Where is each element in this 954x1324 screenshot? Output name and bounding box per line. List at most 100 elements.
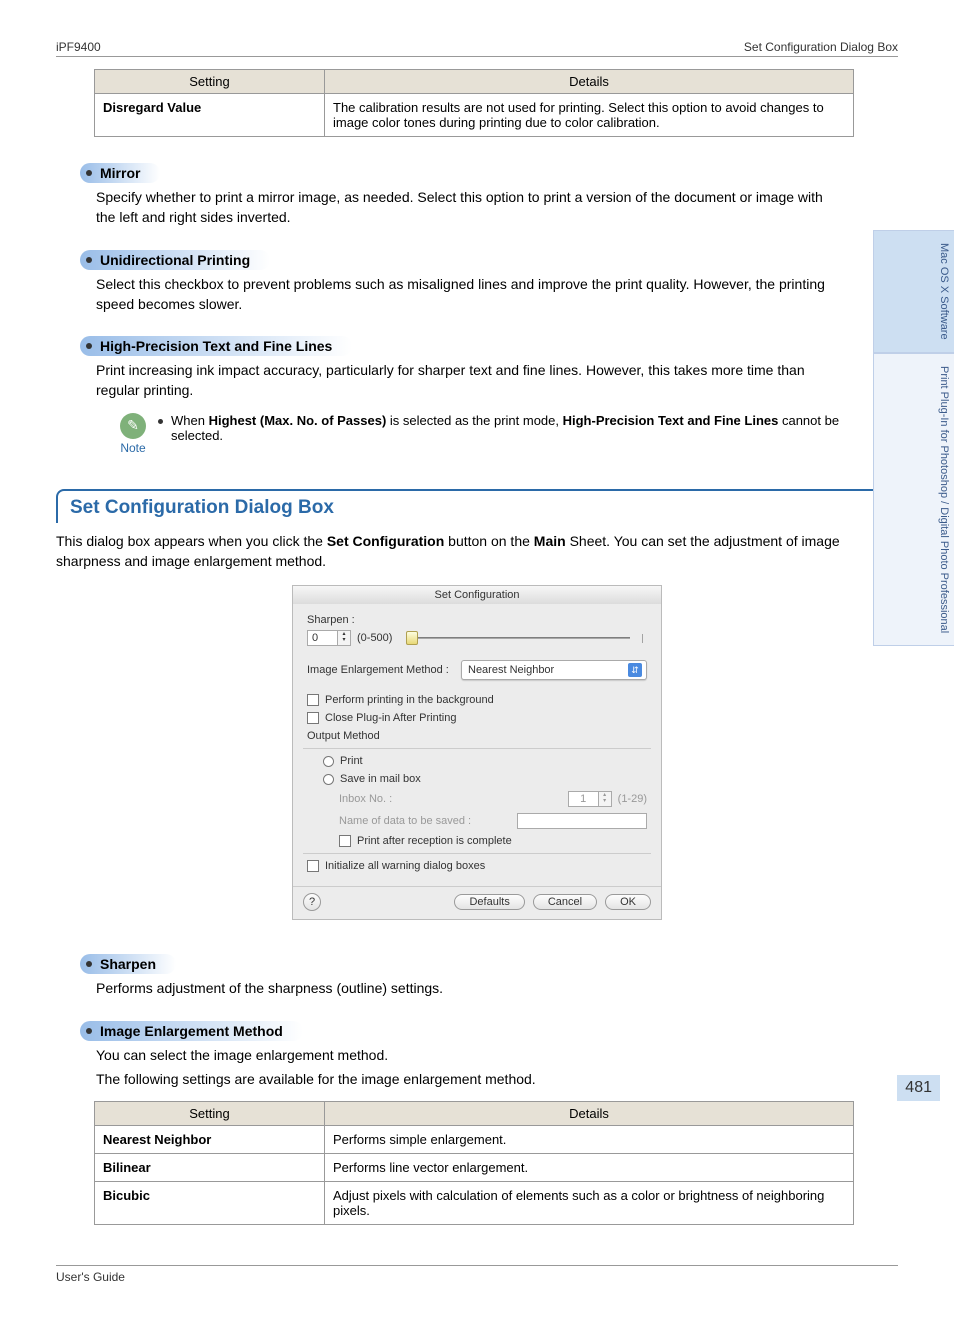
- pencil-icon: ✎: [120, 413, 146, 439]
- th-details: Details: [325, 70, 854, 94]
- cell-details: Performs simple enlargement.: [325, 1126, 854, 1154]
- bullet-title: Image Enlargement Method: [100, 1023, 283, 1039]
- bullet-image-enlargement: Image Enlargement Method: [80, 1021, 303, 1041]
- cell-setting: Disregard Value: [95, 94, 325, 137]
- sharpen-range: (0-500): [357, 632, 392, 644]
- bullet-dot-icon: [86, 343, 92, 349]
- note-text-part: is selected as the print mode,: [386, 413, 562, 428]
- side-tab-software[interactable]: Mac OS X Software: [873, 230, 954, 353]
- help-button[interactable]: ?: [303, 893, 321, 911]
- defaults-button[interactable]: Defaults: [454, 894, 524, 910]
- note-label: Note: [120, 441, 145, 455]
- note-text-bold: Highest (Max. No. of Passes): [209, 413, 387, 428]
- cell-setting: Bicubic: [95, 1182, 325, 1225]
- close-plugin-checkbox[interactable]: [307, 712, 319, 724]
- iem-popup[interactable]: Nearest Neighbor ⇵: [461, 660, 647, 680]
- sharpen-stepper[interactable]: 0 ▴▾: [307, 630, 351, 646]
- iem-label: Image Enlargement Method :: [307, 664, 449, 676]
- header-left: iPF9400: [56, 40, 101, 54]
- footer: User's Guide: [56, 1265, 898, 1284]
- bullet-dot-icon: [86, 1028, 92, 1034]
- close-plugin-label: Close Plug-in After Printing: [325, 712, 456, 724]
- inbox-label: Inbox No. :: [339, 793, 392, 805]
- bullet-dot-icon: [158, 419, 163, 424]
- th-setting: Setting: [95, 70, 325, 94]
- note-block: ✎ Note When Highest (Max. No. of Passes)…: [120, 413, 842, 455]
- bullet-title: High-Precision Text and Fine Lines: [100, 338, 332, 354]
- mirror-desc: Specify whether to print a mirror image,…: [96, 187, 842, 228]
- cancel-button[interactable]: Cancel: [533, 894, 597, 910]
- inbox-range: (1-29): [618, 793, 647, 805]
- section-title-text: Set Configuration Dialog Box: [70, 497, 898, 519]
- table-row: Bilinear Performs line vector enlargemen…: [95, 1154, 854, 1182]
- cell-details: Adjust pixels with calculation of elemen…: [325, 1182, 854, 1225]
- print-radio[interactable]: [323, 756, 334, 767]
- bg-checkbox[interactable]: [307, 694, 319, 706]
- bullet-high-precision: High-Precision Text and Fine Lines: [80, 336, 352, 356]
- inbox-value[interactable]: 1: [568, 791, 599, 807]
- table-row: Nearest Neighbor Performs simple enlarge…: [95, 1126, 854, 1154]
- set-configuration-dialog: Set Configuration Sharpen : 0 ▴▾ (0-500)…: [292, 585, 662, 920]
- save-mailbox-radio[interactable]: [323, 774, 334, 785]
- enlargement-table: Setting Details Nearest Neighbor Perform…: [94, 1101, 854, 1225]
- save-name-input[interactable]: [517, 813, 647, 829]
- sharpen-label: Sharpen :: [307, 614, 647, 626]
- section-heading: Set Configuration Dialog Box: [56, 489, 898, 523]
- cell-setting: Bilinear: [95, 1154, 325, 1182]
- init-warnings-checkbox[interactable]: [307, 860, 319, 872]
- section-intro: This dialog box appears when you click t…: [56, 531, 898, 572]
- page-number: 481: [897, 1075, 940, 1101]
- high-precision-desc: Print increasing ink impact accuracy, pa…: [96, 360, 842, 401]
- bullet-title: Mirror: [100, 165, 140, 181]
- output-method-label: Output Method: [307, 730, 647, 742]
- stepper-arrows-icon[interactable]: ▴▾: [599, 791, 612, 807]
- sharpen-value[interactable]: 0: [307, 630, 338, 646]
- save-mailbox-label: Save in mail box: [340, 773, 421, 785]
- ok-button[interactable]: OK: [605, 894, 651, 910]
- th-setting: Setting: [95, 1102, 325, 1126]
- cell-details: The calibration results are not used for…: [325, 94, 854, 137]
- note-text-bold: High-Precision Text and Fine Lines: [563, 413, 779, 428]
- slider-tick-icon: ｜: [638, 632, 647, 645]
- table-row: Bicubic Adjust pixels with calculation o…: [95, 1182, 854, 1225]
- bullet-unidirectional: Unidirectional Printing: [80, 250, 270, 270]
- unidirectional-desc: Select this checkbox to prevent problems…: [96, 274, 842, 315]
- cell-setting: Nearest Neighbor: [95, 1126, 325, 1154]
- iem-value: Nearest Neighbor: [468, 664, 554, 676]
- note-text-part: When: [171, 413, 209, 428]
- bullet-mirror: Mirror: [80, 163, 160, 183]
- init-warnings-label: Initialize all warning dialog boxes: [325, 860, 485, 872]
- iem-desc2: The following settings are available for…: [96, 1069, 842, 1089]
- intro-part: button on the: [444, 533, 534, 549]
- bullet-dot-icon: [86, 170, 92, 176]
- page-header: iPF9400 Set Configuration Dialog Box: [56, 40, 898, 57]
- stepper-arrows-icon[interactable]: ▴▾: [338, 630, 351, 646]
- intro-bold: Set Configuration: [327, 533, 444, 549]
- cell-details: Performs line vector enlargement.: [325, 1154, 854, 1182]
- dialog-titlebar: Set Configuration: [293, 586, 661, 604]
- save-name-label: Name of data to be saved :: [339, 815, 471, 827]
- note-icon: ✎ Note: [120, 413, 146, 455]
- bullet-dot-icon: [86, 961, 92, 967]
- side-tab-plugin[interactable]: Print Plug-In for Photoshop / Digital Ph…: [873, 353, 954, 646]
- inbox-stepper[interactable]: 1 ▴▾: [568, 791, 612, 807]
- side-tabs: Mac OS X Software Print Plug-In for Phot…: [873, 230, 954, 646]
- intro-part: This dialog box appears when you click t…: [56, 533, 327, 549]
- print-label: Print: [340, 755, 363, 767]
- table-row: Disregard Value The calibration results …: [95, 94, 854, 137]
- slider-knob-icon[interactable]: [406, 631, 418, 645]
- iem-desc1: You can select the image enlargement met…: [96, 1045, 842, 1065]
- bullet-sharpen: Sharpen: [80, 954, 176, 974]
- header-right: Set Configuration Dialog Box: [744, 40, 898, 54]
- intro-bold: Main: [534, 533, 566, 549]
- sharpen-slider[interactable]: [406, 637, 630, 639]
- print-after-reception-checkbox[interactable]: [339, 835, 351, 847]
- sharpen-desc: Performs adjustment of the sharpness (ou…: [96, 978, 842, 998]
- print-after-reception-label: Print after reception is complete: [357, 835, 512, 847]
- th-details: Details: [325, 1102, 854, 1126]
- calibration-table: Setting Details Disregard Value The cali…: [94, 69, 854, 137]
- note-text: When Highest (Max. No. of Passes) is sel…: [171, 413, 842, 443]
- bullet-title: Unidirectional Printing: [100, 252, 250, 268]
- bullet-dot-icon: [86, 257, 92, 263]
- bullet-title: Sharpen: [100, 956, 156, 972]
